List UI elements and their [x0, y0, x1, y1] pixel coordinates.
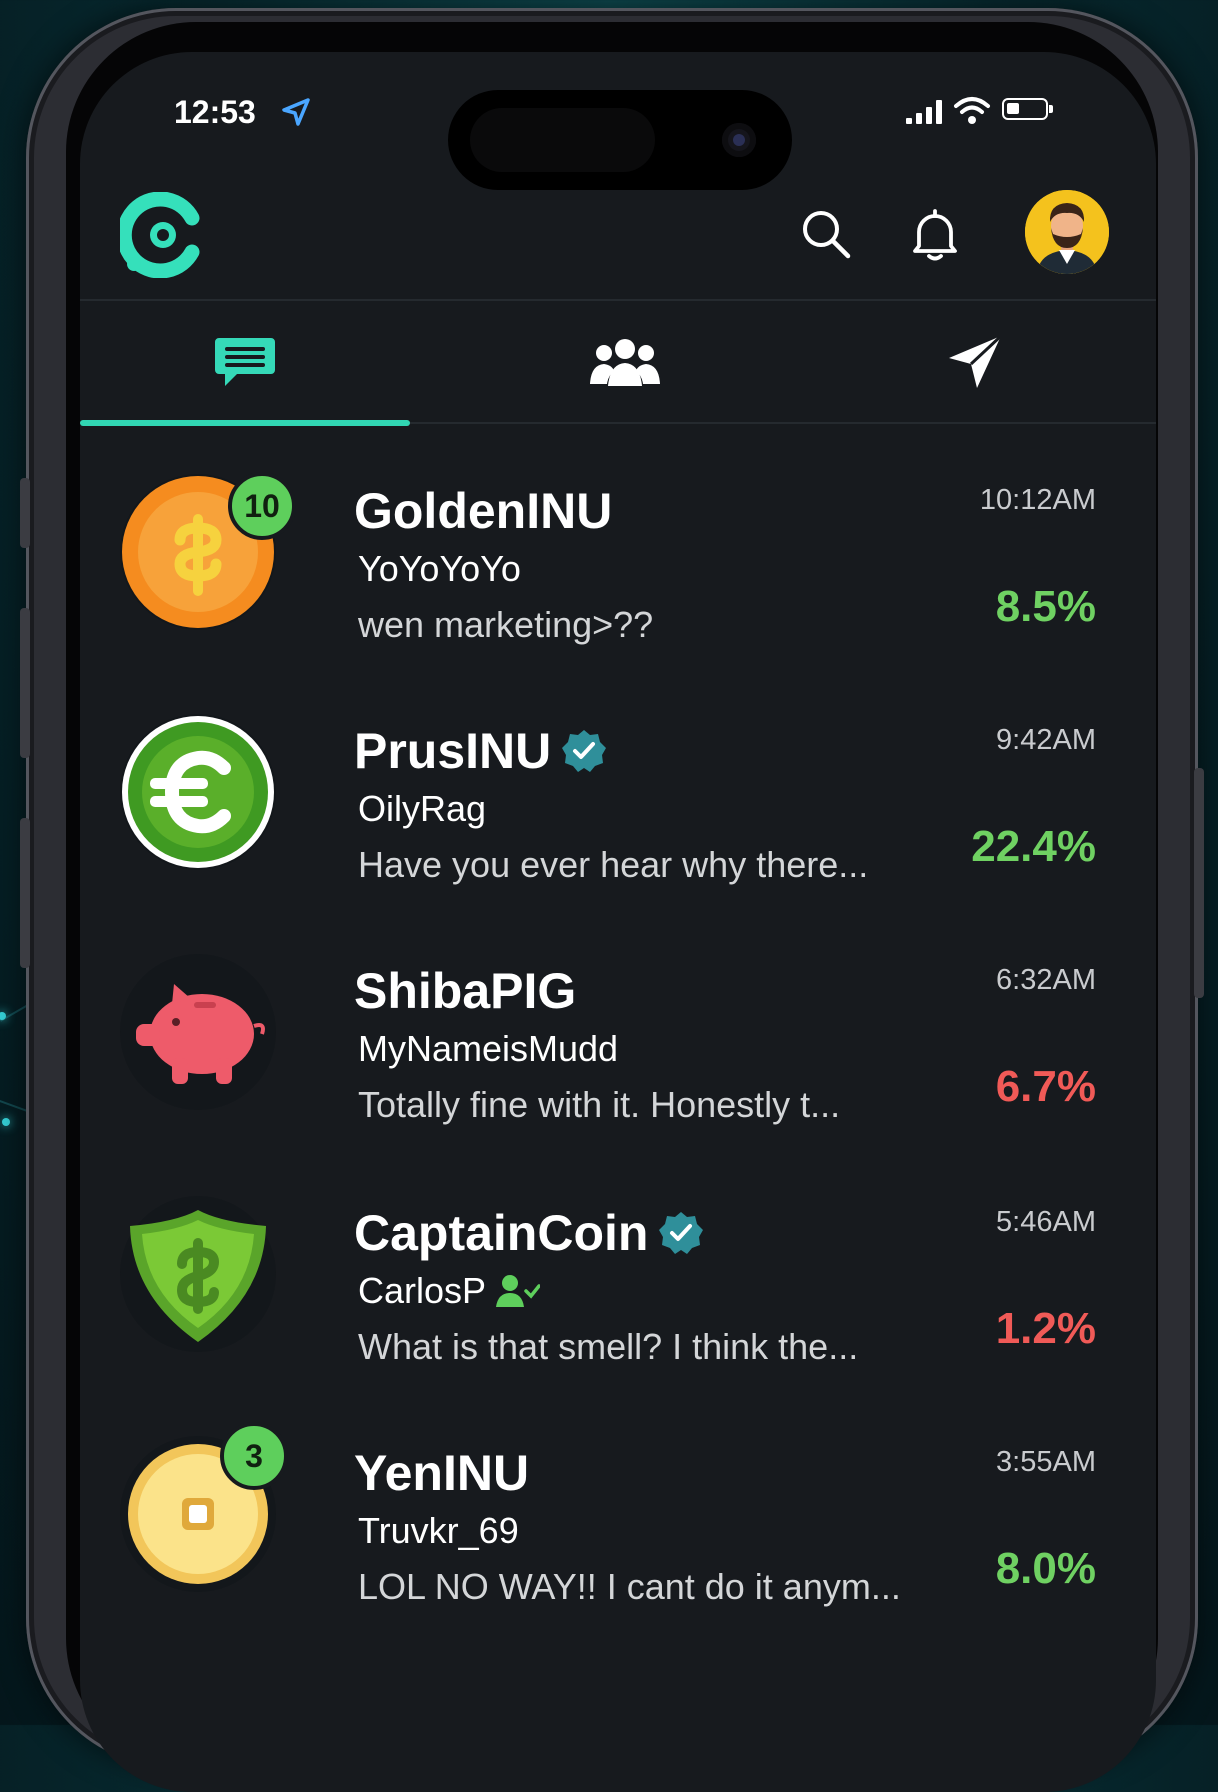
tab-groups[interactable]: [460, 302, 790, 422]
chat-name: YenINU: [354, 1445, 530, 1501]
search-icon[interactable]: [798, 206, 854, 262]
chat-name: CaptainCoin: [354, 1204, 704, 1262]
chat-row-prusinu[interactable]: PrusINU OilyRag Have you ever hear why t…: [80, 672, 1156, 912]
camera-icon: [722, 123, 756, 157]
chat-percent-change: 8.0%: [995, 1544, 1096, 1593]
chat-last-message: Totally fine with it. Honestly t...: [358, 1084, 841, 1125]
user-check-icon: [496, 1275, 541, 1307]
chat-percent-change: 1.2%: [995, 1304, 1096, 1353]
chat-last-message: Have you ever hear why there...: [358, 844, 869, 885]
chat-last-message: LOL NO WAY!! I cant do it anym...: [358, 1566, 901, 1607]
chat-last-message: What is that smell? I think the...: [358, 1326, 859, 1367]
chat-row-goldeninu[interactable]: 10 GoldenINU YoYoYoYo wen marketing>?? 1…: [80, 432, 1156, 672]
chat-time: 3:55AM: [996, 1446, 1096, 1478]
volume-up-button: [20, 608, 30, 758]
chat-last-sender: MyNameisMudd: [358, 1028, 619, 1069]
verified-badge-icon: [562, 730, 607, 772]
chat-last-sender: CarlosP: [358, 1270, 541, 1312]
user-avatar[interactable]: [1025, 190, 1109, 274]
chat-time: 6:32AM: [996, 964, 1096, 996]
bell-icon[interactable]: [908, 206, 962, 262]
chat-last-sender: YoYoYoYo: [358, 548, 521, 589]
tab-chats[interactable]: [80, 302, 410, 422]
group-icon: [590, 339, 660, 386]
piggy-bank-icon: [120, 954, 276, 1110]
dollar-shield-icon: [120, 1196, 276, 1352]
cellular-signal-icon: [906, 98, 942, 124]
status-time: 12:53: [174, 94, 256, 130]
chat-last-message: wen marketing>??: [358, 604, 654, 645]
volume-down-button: [20, 818, 30, 968]
power-button: [1194, 768, 1204, 998]
avatar-illustration-icon: [1025, 190, 1109, 274]
unread-badge: 10: [228, 472, 296, 540]
chat-row-yeninu[interactable]: 3 YenINU Truvkr_69 LOL NO WAY!! I cant d…: [80, 1394, 1156, 1634]
location-arrow-icon: [282, 98, 310, 126]
chat-percent-change: 8.5%: [995, 582, 1096, 631]
battery-icon: [1002, 98, 1053, 120]
unread-badge: 3: [220, 1422, 288, 1490]
app-screen: 12:53 10 GoldenINU YoYoYoYo wen marketin…: [80, 52, 1156, 1792]
wifi-icon: [954, 97, 990, 124]
app-logo-icon: [120, 192, 200, 278]
chat-row-shibapig[interactable]: ShibaPIG MyNameisMudd Totally fine with …: [80, 912, 1156, 1152]
action-button: [20, 478, 30, 548]
chat-name: GoldenINU: [354, 483, 613, 539]
chat-bubble-icon: [215, 338, 275, 386]
chat-name: ShibaPIG: [354, 963, 577, 1019]
verified-badge-icon: [659, 1212, 704, 1254]
tab-send[interactable]: [810, 302, 1140, 422]
active-tab-indicator: [80, 420, 410, 426]
tab-bar: [80, 302, 1156, 424]
chat-row-captaincoin[interactable]: CaptainCoin CarlosP What is that smell? …: [80, 1154, 1156, 1394]
chat-last-sender: OilyRag: [358, 788, 487, 829]
header-divider: [80, 299, 1156, 301]
chat-last-sender: Truvkr_69: [358, 1510, 519, 1551]
chat-name: PrusINU: [354, 722, 607, 780]
send-icon: [949, 334, 1003, 388]
chat-percent-change: 6.7%: [995, 1062, 1096, 1111]
dynamic-island: [448, 90, 792, 190]
chat-time: 9:42AM: [996, 724, 1096, 756]
chat-percent-change: 22.4%: [971, 822, 1096, 871]
euro-coin-icon: [120, 714, 276, 870]
chat-time: 10:12AM: [979, 484, 1096, 516]
chat-time: 5:46AM: [996, 1206, 1096, 1238]
